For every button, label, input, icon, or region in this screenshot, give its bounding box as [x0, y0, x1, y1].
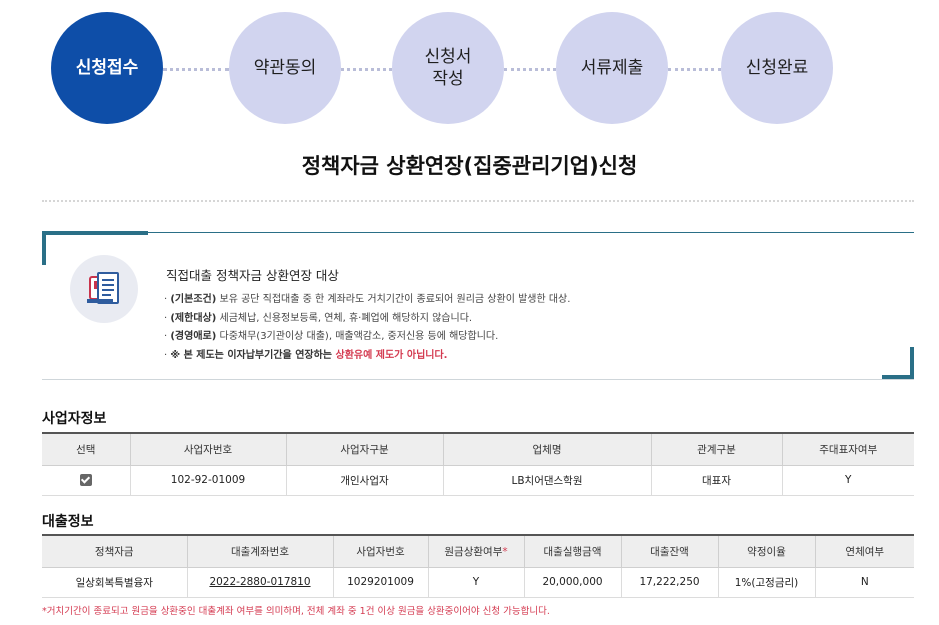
fund-cell: 일상회복특별융자 — [42, 566, 188, 598]
document-icon — [70, 255, 138, 323]
column-header: 대출실행금액 — [523, 534, 622, 568]
relation-cell: 대표자 — [650, 464, 783, 496]
business-info-table: 선택 사업자번호 사업자구분 업체명 관계구분 주대표자여부 102-92-01… — [42, 432, 914, 496]
step-application-received: 신청접수 — [51, 12, 163, 124]
table-header-row: 선택 사업자번호 사업자구분 업체명 관계구분 주대표자여부 — [42, 432, 914, 466]
step-application-complete: 신청완료 — [721, 12, 833, 124]
column-header: 주대표자여부 — [781, 432, 914, 466]
page-title: 정책자금 상환연장(집중관리기업)신청 — [301, 154, 638, 178]
corner-accent — [42, 231, 46, 265]
notice-list: · (기본조건) 보유 공단 직접대출 중 한 계좌라도 거치기간이 종료되어 … — [164, 291, 570, 365]
progress-steps: 신청접수 약관동의 신청서 작성 서류제출 신청완료 — [0, 12, 939, 127]
loan-amount-cell: 20,000,000 — [523, 566, 622, 598]
loan-balance-cell: 17,222,250 — [620, 566, 719, 598]
loan-info-label: 대출정보 — [42, 514, 94, 530]
divider — [42, 200, 914, 202]
column-header: 사업자번호 — [332, 534, 429, 568]
loan-info-table: 정책자금 대출계좌번호 사업자번호 원금상환여부* 대출실행금액 대출잔액 약정… — [42, 534, 914, 598]
select-checkbox[interactable] — [79, 474, 92, 486]
column-header: 연체여부 — [814, 534, 914, 568]
step-connector — [668, 68, 721, 71]
step-terms-agreement: 약관동의 — [229, 12, 341, 124]
corner-accent — [42, 231, 148, 235]
step-connector — [163, 68, 229, 71]
column-header: 선택 — [42, 432, 131, 466]
column-header: 사업자번호 — [129, 432, 287, 466]
step-application-form: 신청서 작성 — [392, 12, 504, 124]
notice-item: · (경영애로) 다중채무(3기관이상 대출), 매출액감소, 중저신용 등에 … — [164, 331, 499, 342]
column-header: 원금상환여부* — [427, 534, 525, 568]
biz-number-cell: 102-92-01009 — [129, 464, 287, 496]
required-mark: * — [502, 545, 508, 558]
column-header: 업체명 — [442, 432, 652, 466]
biz-type-cell: 개인사업자 — [285, 464, 444, 496]
loan-account-link[interactable]: 2022-2880-017810 — [209, 576, 310, 588]
notice-item: · (기본조건) 보유 공단 직접대출 중 한 계좌라도 거치기간이 종료되어 … — [164, 294, 571, 305]
interest-rate-cell: 1%(고정금리) — [717, 566, 816, 598]
column-header: 관계구분 — [650, 432, 783, 466]
table-header-row: 정책자금 대출계좌번호 사업자번호 원금상환여부* 대출실행금액 대출잔액 약정… — [42, 534, 914, 568]
business-info-label: 사업자정보 — [42, 411, 107, 427]
company-name-cell: LB치어댄스학원 — [442, 464, 652, 496]
main-rep-cell: Y — [781, 464, 914, 496]
notice-heading: 직접대출 정책자금 상환연장 대상 — [166, 268, 339, 283]
step-document-submission: 서류제출 — [556, 12, 668, 124]
biz-number-cell: 1029201009 — [332, 566, 429, 598]
column-header: 정책자금 — [42, 534, 188, 568]
column-header: 사업자구분 — [285, 432, 444, 466]
footnote: *거치기간이 종료되고 원금을 상환중인 대출계좌 여부를 의미하며, 전체 계… — [42, 606, 550, 617]
table-row: 102-92-01009 개인사업자 LB치어댄스학원 대표자 Y — [42, 464, 914, 496]
corner-accent — [910, 347, 914, 379]
column-header: 약정이율 — [717, 534, 816, 568]
overdue-cell: N — [814, 566, 914, 598]
step-connector — [341, 68, 392, 71]
account-cell: 2022-2880-017810 — [186, 566, 334, 598]
select-cell — [42, 464, 131, 496]
column-header: 대출잔액 — [620, 534, 719, 568]
step-connector — [504, 68, 556, 71]
column-header: 대출계좌번호 — [186, 534, 334, 568]
table-row: 일상회복특별융자 2022-2880-017810 1029201009 Y 2… — [42, 566, 914, 598]
notice-box: 직접대출 정책자금 상환연장 대상 · (기본조건) 보유 공단 직접대출 중 … — [42, 231, 914, 380]
notice-item: · (제한대상) 세금체납, 신용정보등록, 연체, 휴·폐업에 해당하지 않습… — [164, 312, 473, 324]
repay-status-cell: Y — [427, 566, 525, 598]
notice-warning: · ※ 본 제도는 이자납부기간을 연장하는 상환유예 제도가 아닙니다. — [164, 349, 448, 361]
